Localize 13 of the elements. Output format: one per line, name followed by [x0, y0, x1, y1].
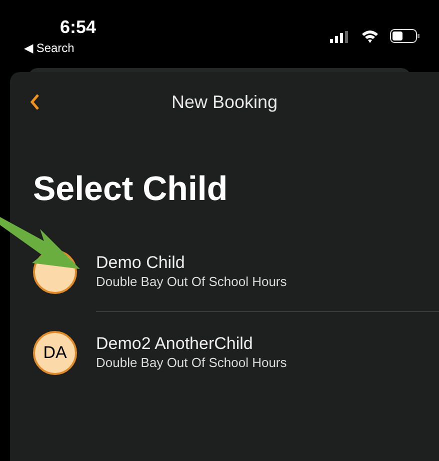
- nav-title: New Booking: [171, 90, 278, 114]
- battery-icon: [390, 29, 420, 43]
- school-name: Double Bay Out Of School Hours: [96, 273, 287, 290]
- child-name: Demo2 AnotherChild: [96, 334, 254, 354]
- wifi-icon: [361, 29, 379, 43]
- page-heading: Select Child: [33, 169, 229, 209]
- child-name: Demo Child: [96, 253, 186, 273]
- child-row[interactable]: DA Demo2 AnotherChild Double Bay Out Of School Hours: [10, 312, 439, 393]
- back-chevron-icon[interactable]: [30, 94, 40, 110]
- back-to-search-link[interactable]: ◀ Search: [24, 39, 74, 57]
- school-name: Double Bay Out Of School Hours: [96, 354, 287, 371]
- status-time: 6:54: [60, 16, 96, 39]
- avatar-initials: DA: [43, 342, 67, 364]
